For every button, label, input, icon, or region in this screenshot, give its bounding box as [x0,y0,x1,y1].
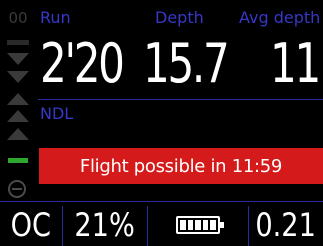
ndl-label: NDL [40,104,74,123]
divider [38,99,323,100]
battery-icon [176,216,224,234]
gauge-green-bar [8,158,28,163]
run-label: Run [40,8,71,27]
bottom-divider [0,201,323,202]
flight-warning-banner: Flight possible in 11:59 [39,148,323,184]
gauge-up-arrow-icon [7,110,29,122]
gauge-number: 00 [8,9,28,27]
o2-cell: 21% [63,204,147,246]
gauge-circle-icon [8,180,26,198]
battery-cell [148,204,248,246]
dive-computer-screen: 00 Run Depth Avg depth 2'20 15.7 11 NDL … [0,0,323,246]
gauge-up-arrow-icon [7,128,29,140]
gauge-bar [7,40,29,45]
avg-depth-label: Avg depth [239,8,321,27]
gauge-down-arrow-icon [7,53,29,65]
o2-value: 21% [74,206,136,244]
avg-depth-value: 11 [270,32,321,95]
depth-value: 15.7 [143,32,230,95]
depth-label: Depth [155,8,204,27]
gas-mode-cell: OC [0,204,62,246]
gauge-up-arrow-icon [7,93,29,105]
ppo2-value: 0.21 [255,206,317,244]
gas-mode-value: OC [10,206,52,244]
ppo2-cell: 0.21 [249,204,323,246]
run-time-value: 2'20 [40,32,125,95]
gauge-down-arrow-icon [7,71,29,83]
ascent-rate-gauge: 00 [4,8,32,204]
flight-warning-text: Flight possible in 11:59 [79,155,283,177]
